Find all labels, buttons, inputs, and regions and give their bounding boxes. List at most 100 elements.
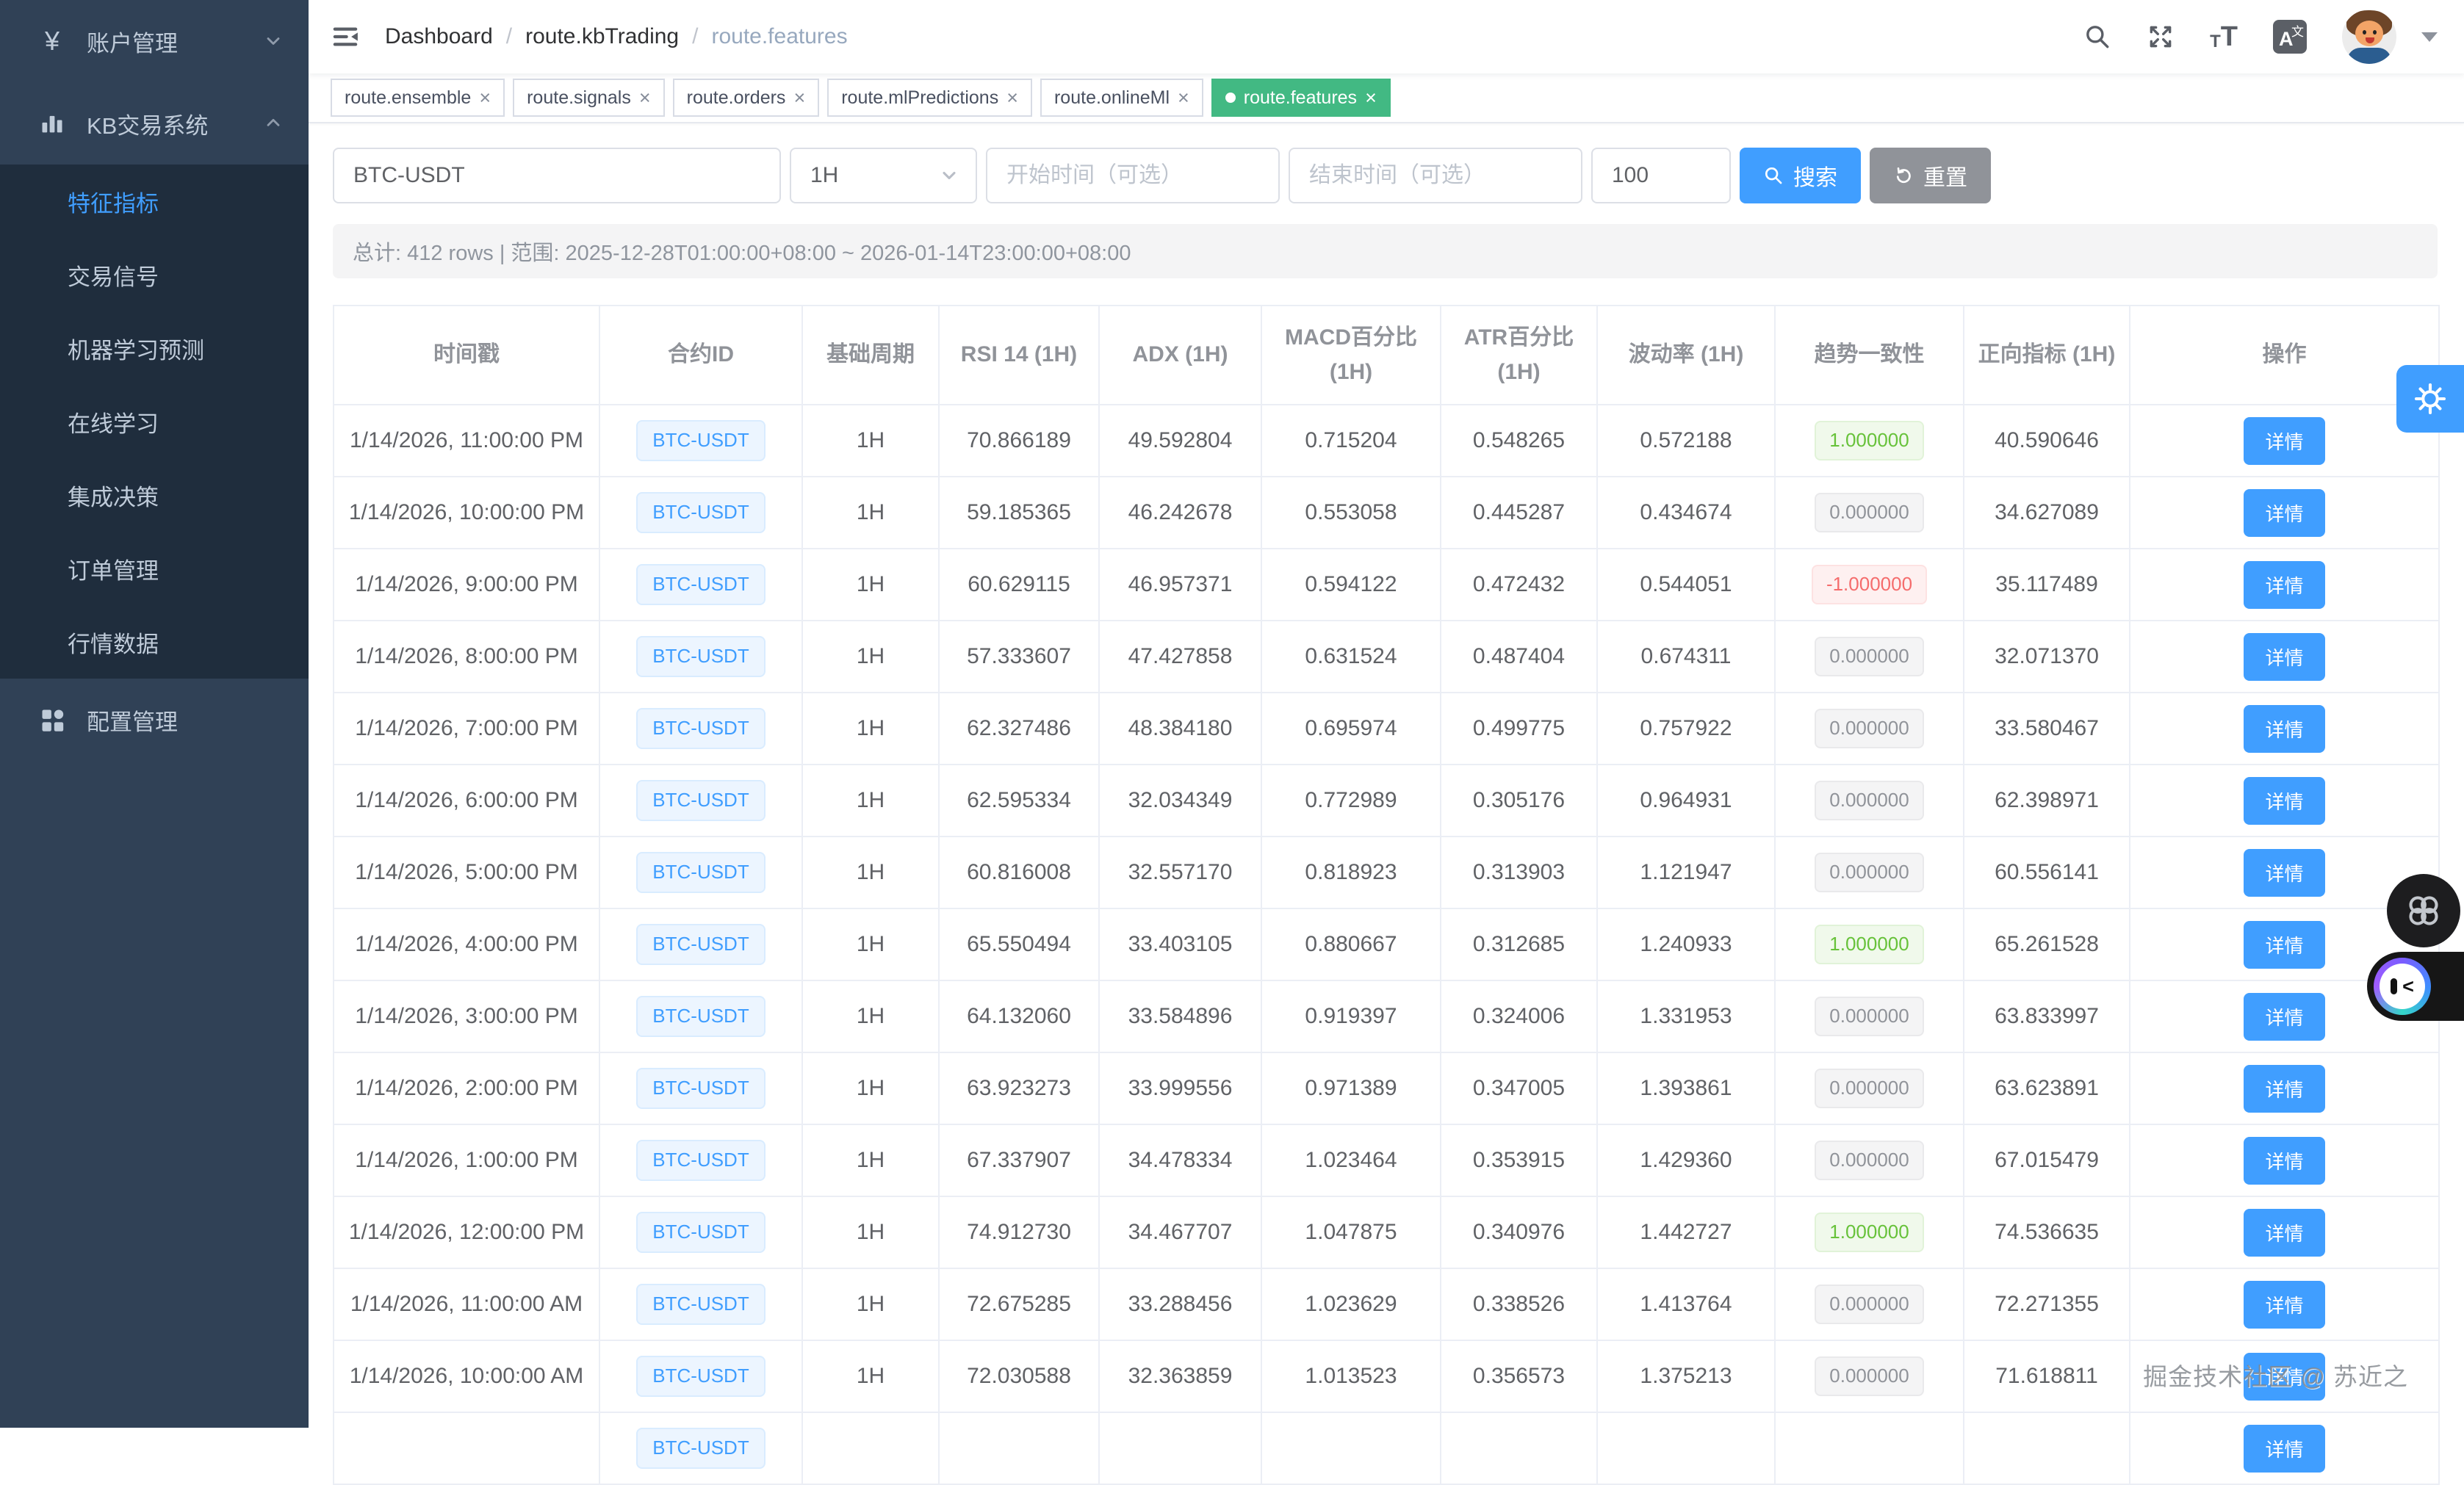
cell-atr: 0.340976 xyxy=(1441,1196,1597,1268)
cell-positive: 33.580467 xyxy=(1964,693,2130,765)
detail-button[interactable]: 详情 xyxy=(2244,417,2324,465)
cell-positive xyxy=(1964,1412,2130,1484)
tab-route.signals[interactable]: route.signals× xyxy=(513,79,665,117)
sidebar-group-1[interactable]: KB交易系统 xyxy=(0,82,309,165)
reset-button[interactable]: 重置 xyxy=(1870,148,1991,203)
cell-period: 1H xyxy=(802,908,939,980)
cell-rsi xyxy=(939,1412,1099,1484)
cell-positive: 35.117489 xyxy=(1964,549,2130,621)
sidebar: ¥账户管理KB交易系统特征指标交易信号机器学习预测在线学习集成决策订单管理行情数… xyxy=(0,0,309,1428)
contract-tag: BTC-USDT xyxy=(636,1212,765,1252)
detail-button[interactable]: 详情 xyxy=(2244,993,2324,1041)
cell-adx: 33.288456 xyxy=(1099,1268,1261,1340)
tab-close-icon[interactable]: × xyxy=(639,88,651,108)
detail-button[interactable]: 详情 xyxy=(2244,1065,2324,1113)
cell-trend: 1.000000 xyxy=(1775,405,1964,477)
text-size-icon[interactable]: TT xyxy=(2210,23,2238,51)
cell-volatility: 1.442727 xyxy=(1597,1196,1775,1268)
detail-button[interactable]: 详情 xyxy=(2244,777,2324,825)
limit-input[interactable] xyxy=(1591,148,1731,203)
detail-button[interactable]: 详情 xyxy=(2244,1209,2324,1257)
cell-atr: 0.445287 xyxy=(1441,477,1597,549)
cell-adx: 32.557170 xyxy=(1099,837,1261,908)
table-row: 1/14/2026, 9:00:00 PMBTC-USDT1H60.629115… xyxy=(334,549,2439,621)
detail-button[interactable]: 详情 xyxy=(2244,921,2324,969)
tab-route.features[interactable]: route.features × xyxy=(1211,79,1391,117)
tab-label: route.mlPredictions xyxy=(841,87,998,109)
cell-rsi: 64.132060 xyxy=(939,980,1099,1052)
cell-positive: 32.071370 xyxy=(1964,621,2130,693)
cell-contract: BTC-USDT xyxy=(599,1124,802,1196)
sidebar-item-0[interactable]: 特征指标 xyxy=(0,165,309,238)
settings-fab[interactable] xyxy=(2396,365,2464,433)
cell-actions: 详情 xyxy=(2130,477,2439,549)
cell-contract: BTC-USDT xyxy=(599,908,802,980)
tab-close-icon[interactable]: × xyxy=(1178,88,1189,108)
hamburger-icon[interactable] xyxy=(331,22,360,51)
sidebar-item-2[interactable]: 机器学习预测 xyxy=(0,311,309,385)
cell-timestamp xyxy=(334,1412,599,1484)
tab-route.ensemble[interactable]: route.ensemble× xyxy=(331,79,505,117)
contract-tag: BTC-USDT xyxy=(636,924,765,964)
sidebar-item-3[interactable]: 在线学习 xyxy=(0,385,309,458)
tab-close-icon[interactable]: × xyxy=(479,88,491,108)
sidebar-item-4[interactable]: 集成决策 xyxy=(0,458,309,532)
sidebar-item-5[interactable]: 订单管理 xyxy=(0,532,309,605)
cell-timestamp: 1/14/2026, 2:00:00 PM xyxy=(334,1052,599,1124)
start-time-input[interactable] xyxy=(986,148,1280,203)
cell-trend: 0.000000 xyxy=(1775,1052,1964,1124)
cell-actions: 详情 xyxy=(2130,765,2439,837)
detail-button[interactable]: 详情 xyxy=(2244,1137,2324,1185)
period-select[interactable]: 1H xyxy=(790,148,977,203)
cell-volatility: 0.572188 xyxy=(1597,405,1775,477)
widgets-fab[interactable] xyxy=(2387,874,2460,947)
fullscreen-icon[interactable] xyxy=(2147,23,2175,51)
sidebar-item-1[interactable]: 交易信号 xyxy=(0,238,309,311)
tab-close-icon[interactable]: × xyxy=(1006,88,1018,108)
detail-button[interactable]: 详情 xyxy=(2244,489,2324,537)
caret-down-icon[interactable] xyxy=(2421,32,2438,42)
cell-rsi: 62.595334 xyxy=(939,765,1099,837)
detail-button[interactable]: 详情 xyxy=(2244,1353,2324,1401)
cell-atr: 0.324006 xyxy=(1441,980,1597,1052)
search-icon[interactable] xyxy=(2083,23,2111,51)
cell-adx xyxy=(1099,1412,1261,1484)
end-time-input[interactable] xyxy=(1289,148,1582,203)
detail-button[interactable]: 详情 xyxy=(2244,1281,2324,1329)
detail-button[interactable]: 详情 xyxy=(2244,633,2324,681)
assistant-fab[interactable]: < xyxy=(2367,952,2464,1021)
cell-atr: 0.356573 xyxy=(1441,1340,1597,1412)
breadcrumb-item-0[interactable]: Dashboard xyxy=(385,24,493,49)
sidebar-group-0[interactable]: ¥账户管理 xyxy=(0,0,309,82)
search-button[interactable]: 搜索 xyxy=(1740,148,1861,203)
tab-route.mlPredictions[interactable]: route.mlPredictions × xyxy=(827,79,1032,117)
breadcrumb-separator: / xyxy=(506,24,512,49)
tab-route.orders[interactable]: route.orders× xyxy=(673,79,820,117)
tab-label: route.features xyxy=(1244,87,1357,109)
tab-close-icon[interactable]: × xyxy=(1365,88,1377,108)
table-row: 1/14/2026, 2:00:00 PMBTC-USDT1H63.923273… xyxy=(334,1052,2439,1124)
avatar[interactable] xyxy=(2342,10,2396,64)
detail-button[interactable]: 详情 xyxy=(2244,561,2324,609)
breadcrumb-item-1[interactable]: route.kbTrading xyxy=(525,24,679,49)
table-row: 1/14/2026, 10:00:00 AMBTC-USDT1H72.03058… xyxy=(334,1340,2439,1412)
detail-button[interactable]: 详情 xyxy=(2244,1425,2324,1473)
cell-rsi: 60.629115 xyxy=(939,549,1099,621)
cell-trend: 0.000000 xyxy=(1775,765,1964,837)
cell-trend: 0.000000 xyxy=(1775,693,1964,765)
tab-close-icon[interactable]: × xyxy=(793,88,805,108)
translate-icon[interactable]: A文 xyxy=(2273,20,2307,54)
cell-macd: 0.631524 xyxy=(1261,621,1441,693)
header-actions: TT A文 xyxy=(2083,10,2438,64)
cell-atr: 0.487404 xyxy=(1441,621,1597,693)
symbol-input[interactable] xyxy=(333,148,781,203)
detail-button[interactable]: 详情 xyxy=(2244,849,2324,897)
tab-route.onlineMl[interactable]: route.onlineMl× xyxy=(1040,79,1203,117)
sidebar-group-2[interactable]: 配置管理 xyxy=(0,679,309,761)
cell-trend: 0.000000 xyxy=(1775,1124,1964,1196)
detail-button[interactable]: 详情 xyxy=(2244,705,2324,753)
trend-badge: 0.000000 xyxy=(1815,493,1923,532)
cell-atr: 0.312685 xyxy=(1441,908,1597,980)
cell-rsi: 59.185365 xyxy=(939,477,1099,549)
sidebar-item-6[interactable]: 行情数据 xyxy=(0,605,309,679)
